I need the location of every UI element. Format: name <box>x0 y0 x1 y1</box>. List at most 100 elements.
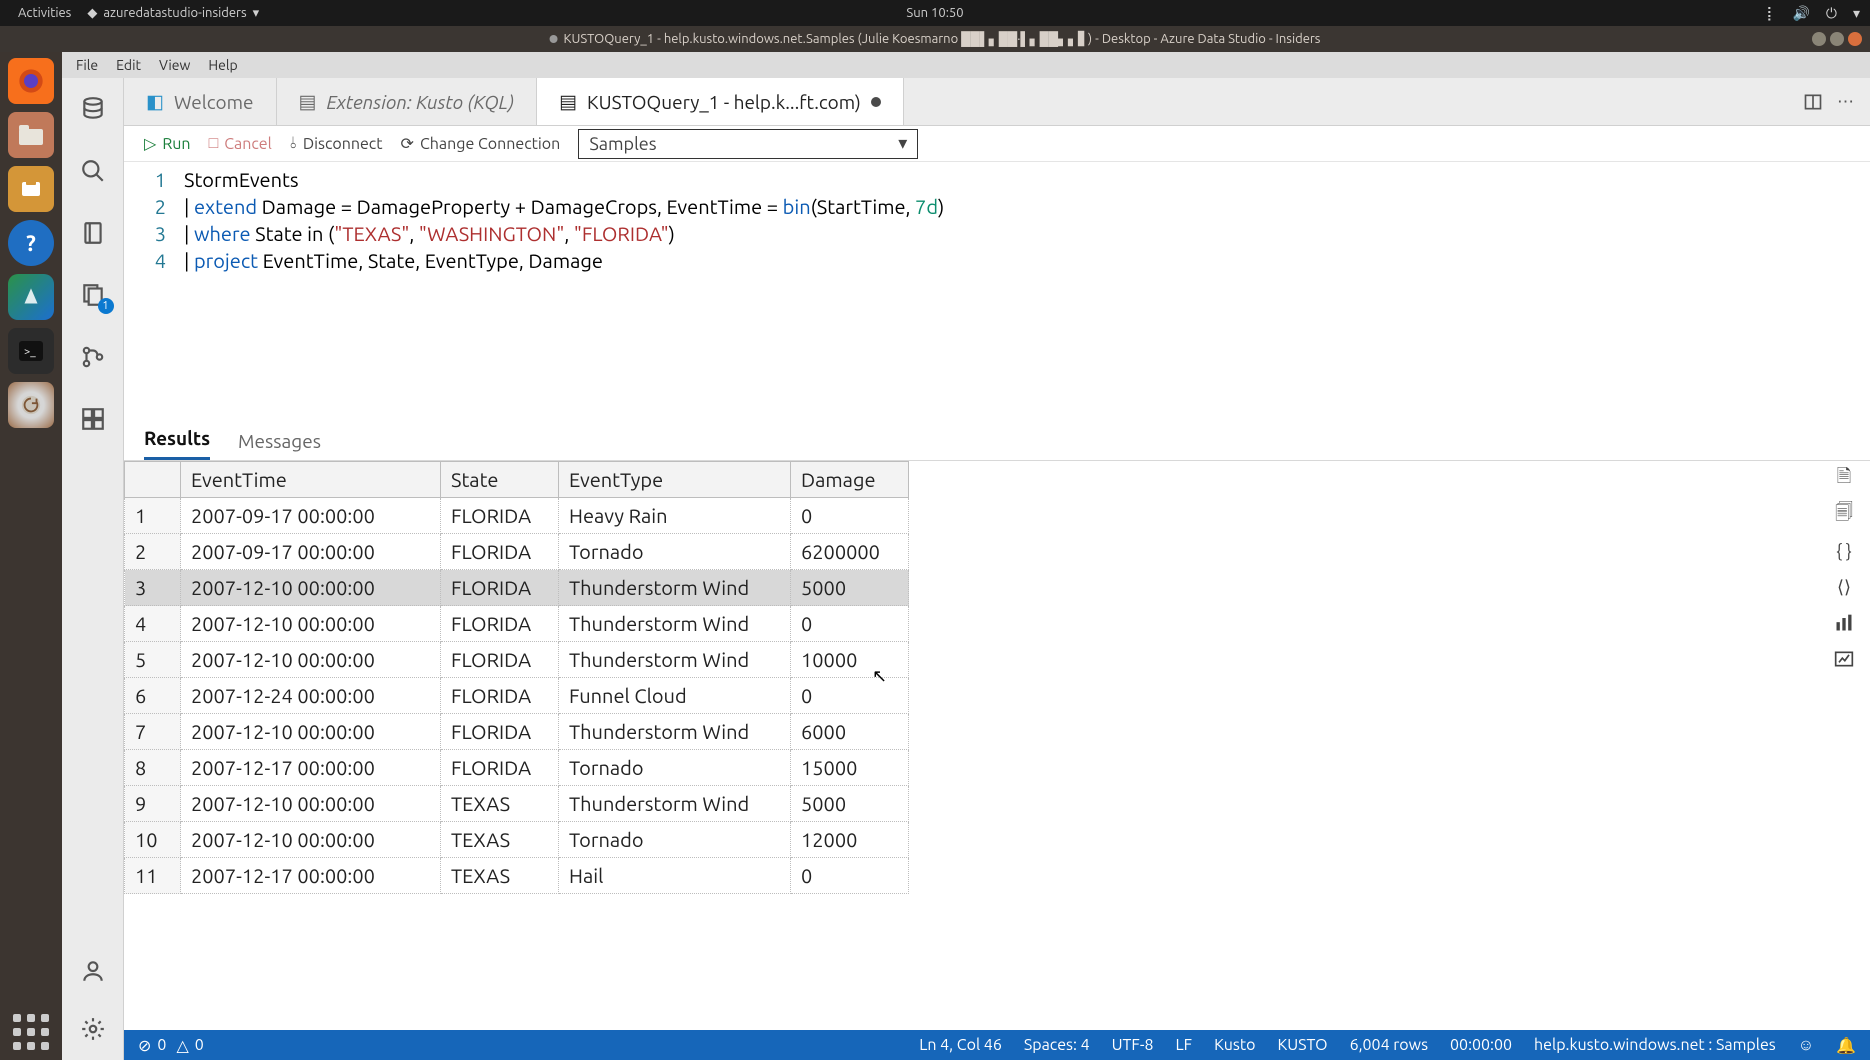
notebooks-icon[interactable] <box>78 218 108 248</box>
cell-eventtime[interactable]: 2007-12-10 00:00:00 <box>181 570 441 606</box>
maximize-button[interactable] <box>1830 32 1844 46</box>
table-row[interactable]: 72007-12-10 00:00:00FLORIDAThunderstorm … <box>125 714 909 750</box>
col-eventtype[interactable]: EventType <box>559 462 791 498</box>
status-engine[interactable]: KUSTO <box>1277 1036 1327 1054</box>
cell-damage[interactable]: 5000 <box>791 570 909 606</box>
rownum-cell[interactable]: 10 <box>125 822 181 858</box>
dock-software-updater[interactable] <box>8 382 54 428</box>
cell-damage[interactable]: 6000 <box>791 714 909 750</box>
menu-edit[interactable]: Edit <box>116 57 141 73</box>
cell-damage[interactable]: 6200000 <box>791 534 909 570</box>
tab-query[interactable]: ▤ KUSTOQuery_1 - help.k...ft.com) <box>537 78 904 125</box>
status-encoding[interactable]: UTF-8 <box>1112 1036 1154 1054</box>
table-row[interactable]: 12007-09-17 00:00:00FLORIDAHeavy Rain0 <box>125 498 909 534</box>
cell-damage[interactable]: 12000 <box>791 822 909 858</box>
cell-eventtime[interactable]: 2007-12-17 00:00:00 <box>181 750 441 786</box>
feedback-icon[interactable]: ☺ <box>1798 1036 1814 1055</box>
volume-icon[interactable]: 🔊 <box>1792 5 1809 22</box>
cell-eventtype[interactable]: Thunderstorm Wind <box>559 606 791 642</box>
cell-eventtime[interactable]: 2007-12-10 00:00:00 <box>181 786 441 822</box>
table-row[interactable]: 32007-12-10 00:00:00FLORIDAThunderstorm … <box>125 570 909 606</box>
save-json-icon[interactable]: { } <box>1832 539 1856 563</box>
cell-damage[interactable]: 15000 <box>791 750 909 786</box>
cell-eventtime[interactable]: 2007-12-10 00:00:00 <box>181 642 441 678</box>
cell-eventtime[interactable]: 2007-09-17 00:00:00 <box>181 534 441 570</box>
status-spaces[interactable]: Spaces: 4 <box>1024 1036 1090 1054</box>
database-select[interactable]: Samples ▾ <box>578 129 918 159</box>
cell-state[interactable]: TEXAS <box>441 822 559 858</box>
save-xml-icon[interactable]: ⟨⟩ <box>1832 575 1856 599</box>
status-connection[interactable]: help.kusto.windows.net : Samples <box>1534 1036 1776 1054</box>
rownum-cell[interactable]: 4 <box>125 606 181 642</box>
code-editor[interactable]: 1 2 3 4 StormEvents| extend Damage = Dam… <box>124 162 1870 417</box>
cell-eventtype[interactable]: Hail <box>559 858 791 894</box>
menu-help[interactable]: Help <box>208 57 237 73</box>
col-eventtime[interactable]: EventTime <box>181 462 441 498</box>
extensions-icon[interactable] <box>78 404 108 434</box>
cell-state[interactable]: FLORIDA <box>441 534 559 570</box>
power-icon[interactable]: ⏻ <box>1826 5 1837 22</box>
cell-eventtime[interactable]: 2007-12-17 00:00:00 <box>181 858 441 894</box>
cell-eventtime[interactable]: 2007-12-10 00:00:00 <box>181 822 441 858</box>
table-row[interactable]: 112007-12-17 00:00:00TEXASHail0 <box>125 858 909 894</box>
table-row[interactable]: 22007-09-17 00:00:00FLORIDATornado620000… <box>125 534 909 570</box>
connections-icon[interactable] <box>78 94 108 124</box>
cell-eventtype[interactable]: Heavy Rain <box>559 498 791 534</box>
disconnect-button[interactable]: ⫰ Disconnect <box>290 134 383 153</box>
bell-icon[interactable]: 🔔 <box>1836 1036 1856 1055</box>
col-state[interactable]: State <box>441 462 559 498</box>
cell-eventtype[interactable]: Thunderstorm Wind <box>559 714 791 750</box>
tab-extension[interactable]: ▤ Extension: Kusto (KQL) <box>277 78 538 125</box>
cell-state[interactable]: FLORIDA <box>441 570 559 606</box>
rownum-cell[interactable]: 1 <box>125 498 181 534</box>
tab-results[interactable]: Results <box>144 427 210 460</box>
table-row[interactable]: 52007-12-10 00:00:00FLORIDAThunderstorm … <box>125 642 909 678</box>
save-excel-icon[interactable]: 🗐 <box>1832 503 1856 527</box>
cell-damage[interactable]: 5000 <box>791 786 909 822</box>
cell-eventtype[interactable]: Tornado <box>559 534 791 570</box>
status-warnings[interactable]: △ 0 <box>176 1036 203 1055</box>
dock-firefox[interactable] <box>8 58 54 104</box>
rownum-cell[interactable]: 5 <box>125 642 181 678</box>
cell-eventtime[interactable]: 2007-12-10 00:00:00 <box>181 714 441 750</box>
status-errors[interactable]: ⊘ 0 <box>138 1036 166 1055</box>
split-editor-icon[interactable] <box>1803 92 1823 112</box>
table-row[interactable]: 92007-12-10 00:00:00TEXASThunderstorm Wi… <box>125 786 909 822</box>
rownum-cell[interactable]: 6 <box>125 678 181 714</box>
cell-state[interactable]: FLORIDA <box>441 498 559 534</box>
system-indicators[interactable]: ⡇ 🔊 ⏻ ▾ <box>1766 5 1860 22</box>
cell-eventtime[interactable]: 2007-09-17 00:00:00 <box>181 498 441 534</box>
cell-eventtype[interactable]: Tornado <box>559 750 791 786</box>
status-rows[interactable]: 6,004 rows <box>1350 1036 1428 1054</box>
tab-messages[interactable]: Messages <box>238 430 321 460</box>
status-cursor[interactable]: Ln 4, Col 46 <box>919 1036 1002 1054</box>
cell-state[interactable]: FLORIDA <box>441 606 559 642</box>
status-language[interactable]: Kusto <box>1214 1036 1255 1054</box>
tab-welcome[interactable]: ◧ Welcome <box>124 78 277 125</box>
cell-state[interactable]: TEXAS <box>441 786 559 822</box>
cell-eventtype[interactable]: Tornado <box>559 822 791 858</box>
table-row[interactable]: 82007-12-17 00:00:00FLORIDATornado15000 <box>125 750 909 786</box>
clock[interactable]: Sun 10:50 <box>906 6 963 20</box>
visualizer-icon[interactable] <box>1832 647 1856 671</box>
col-damage[interactable]: Damage <box>791 462 909 498</box>
save-csv-icon[interactable]: 🗎 <box>1832 467 1856 491</box>
change-connection-button[interactable]: ⟳ Change Connection <box>401 134 561 153</box>
gear-icon[interactable] <box>78 1014 108 1044</box>
table-row[interactable]: 42007-12-10 00:00:00FLORIDAThunderstorm … <box>125 606 909 642</box>
cell-damage[interactable]: 0 <box>791 606 909 642</box>
run-button[interactable]: ▷ Run <box>144 134 191 153</box>
source-control-icon[interactable] <box>78 342 108 372</box>
cell-eventtype[interactable]: Thunderstorm Wind <box>559 642 791 678</box>
rownum-cell[interactable]: 8 <box>125 750 181 786</box>
rownum-cell[interactable]: 2 <box>125 534 181 570</box>
dock-software[interactable] <box>8 166 54 212</box>
code-content[interactable]: StormEvents| extend Damage = DamagePrope… <box>184 166 944 417</box>
search-icon[interactable] <box>78 156 108 186</box>
rownum-cell[interactable]: 7 <box>125 714 181 750</box>
status-eol[interactable]: LF <box>1176 1036 1193 1054</box>
status-elapsed[interactable]: 00:00:00 <box>1450 1036 1512 1054</box>
table-row[interactable]: 62007-12-24 00:00:00FLORIDAFunnel Cloud0 <box>125 678 909 714</box>
cell-state[interactable]: FLORIDA <box>441 750 559 786</box>
account-icon[interactable] <box>78 956 108 986</box>
